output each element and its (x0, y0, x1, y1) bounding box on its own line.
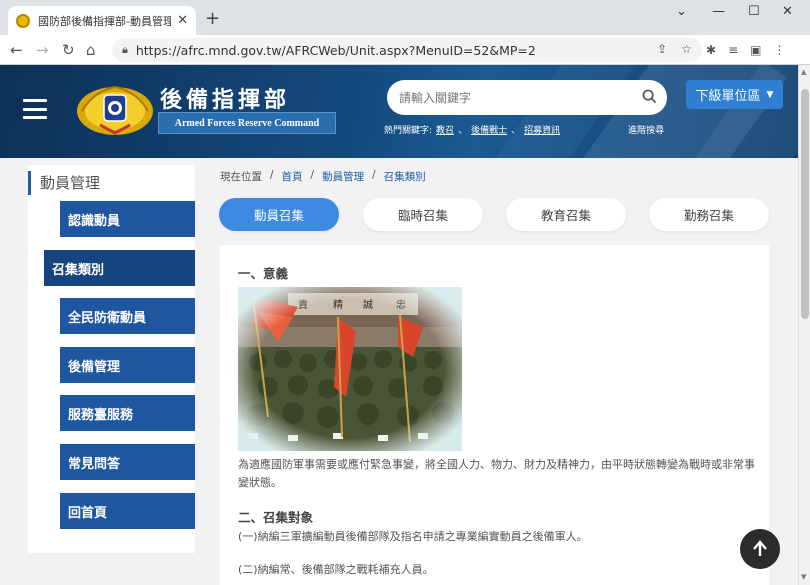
sidebar-item-call-types[interactable]: 召集類別 (44, 250, 195, 286)
extensions-icon[interactable]: ✱ (706, 43, 716, 57)
hot-keyword-link[interactable]: 後備戰士 (471, 123, 507, 136)
home-icon[interactable]: ⌂ (86, 41, 96, 59)
bookmark-star-icon[interactable]: ☆ (681, 42, 692, 56)
hot-keyword-link[interactable]: 教召 (436, 123, 454, 136)
meaning-paragraph: 為適應國防軍事需要或應付緊急事變，將全國人力、物力、財力及精神力，由平時狀態轉變… (238, 458, 755, 489)
content-panel: 一、意義 責精誠忠 (220, 245, 769, 585)
close-window-icon[interactable]: ✕ (782, 4, 793, 19)
sub-unit-label: 下級單位區 (695, 89, 761, 104)
back-to-top-button[interactable] (740, 529, 780, 569)
address-bar: ← → ↻ ⌂ 🔒︎ https://afrc.mnd.gov.tw/AFRCW… (0, 35, 810, 65)
forward-icon[interactable]: → (36, 41, 49, 59)
search-box[interactable] (387, 80, 667, 115)
page-viewport: 後備指揮部 Armed Forces Reserve Command 熱門關鍵字… (0, 65, 798, 585)
reload-icon[interactable]: ↻ (62, 41, 75, 59)
share-icon[interactable]: ⇪ (657, 42, 667, 56)
new-tab-button[interactable]: + (205, 8, 220, 29)
arrow-up-icon (753, 540, 767, 556)
hamburger-menu-icon[interactable] (23, 99, 47, 119)
section-heading-meaning: 一、意義 (238, 266, 289, 281)
tab-mobilization-call[interactable]: 動員召集 (219, 198, 339, 231)
section-heading-targets: 二、召集對象 (238, 510, 314, 525)
sidebar: 動員管理 認識動員 召集類別 全民防衛動員 後備管理 服務臺服務 常見問答 回首… (28, 165, 195, 553)
maximize-icon[interactable]: ☐ (748, 4, 760, 19)
breadcrumb: 現在位置 / 首頁 / 動員管理 / 召集類別 (220, 169, 426, 184)
site-subtitle: Armed Forces Reserve Command (158, 112, 336, 134)
tab-close-icon[interactable]: ✕ (177, 13, 188, 28)
reading-list-icon[interactable]: ≡ (728, 43, 738, 57)
tab-title: 國防部後備指揮部-動員管理-動員... (38, 14, 172, 28)
sidebar-heading: 動員管理 (28, 171, 100, 195)
hot-keywords: 熱門關鍵字: 教召、 後備戰士、 招募資訊 (384, 123, 560, 136)
search-input[interactable] (399, 90, 629, 105)
sidebar-item-faq[interactable]: 常見問答 (60, 444, 195, 480)
sidebar-item-home[interactable]: 回首頁 (60, 493, 195, 529)
sidebar-item-understanding-mobilization[interactable]: 認識動員 (60, 201, 195, 237)
hot-keywords-label: 熱門關鍵字: (384, 126, 433, 136)
caret-down-icon: ▼ (766, 89, 774, 100)
url-text[interactable]: https://afrc.mnd.gov.tw/AFRCWeb/Unit.asp… (136, 43, 536, 58)
breadcrumb-call-types-link[interactable]: 召集類別 (384, 169, 426, 184)
browser-tab[interactable]: 國防部後備指揮部-動員管理-動員... ✕ (8, 6, 196, 35)
favicon-icon (16, 13, 30, 28)
site-header: 後備指揮部 Armed Forces Reserve Command 熱門關鍵字… (0, 65, 798, 158)
profile-icon[interactable]: ▣ (750, 43, 761, 57)
sidebar-item-service-desk[interactable]: 服務臺服務 (60, 395, 195, 431)
lock-icon[interactable]: 🔒︎ (122, 43, 128, 57)
scroll-down-icon[interactable]: ▼ (801, 573, 806, 581)
target-item-2: (二)納編常、後備部隊之戰耗補充人員。 (238, 563, 434, 576)
soldiers-parade-photo: 責精誠忠 (238, 287, 462, 451)
sub-unit-dropdown-button[interactable]: 下級單位區 ▼ (686, 80, 783, 109)
page-scrollbar[interactable]: ▲ ▼ (798, 65, 810, 585)
url-box[interactable]: 🔒︎ https://afrc.mnd.gov.tw/AFRCWeb/Unit.… (112, 38, 702, 62)
emblem-logo-icon[interactable] (74, 81, 156, 137)
tab-education-call[interactable]: 教育召集 (506, 198, 626, 231)
target-item-1: (一)納編三軍擴編動員後備部隊及指名申請之專業編實動員之後備軍人。 (238, 530, 588, 543)
breadcrumb-home-link[interactable]: 首頁 (282, 169, 303, 184)
tab-search-icon[interactable]: ⌄ (676, 4, 687, 19)
hot-keyword-link[interactable]: 招募資訊 (524, 123, 560, 136)
minimize-icon[interactable]: — (712, 4, 725, 19)
scrollbar-thumb[interactable] (801, 89, 809, 319)
browser-tabbar: 國防部後備指揮部-動員管理-動員... ✕ + ⌄ — ☐ ✕ (0, 0, 810, 35)
tab-temporary-call[interactable]: 臨時召集 (363, 198, 483, 231)
breadcrumb-prefix: 現在位置 (220, 171, 262, 183)
sidebar-item-all-out-defense[interactable]: 全民防衛動員 (60, 298, 195, 334)
tab-duty-call[interactable]: 勤務召集 (649, 198, 769, 231)
scroll-up-icon[interactable]: ▲ (801, 68, 806, 76)
search-icon[interactable] (642, 89, 657, 104)
back-icon[interactable]: ← (10, 41, 23, 59)
advanced-search-link[interactable]: 進階搜尋 (628, 123, 664, 136)
site-title: 後備指揮部 (160, 87, 291, 113)
sidebar-item-reserve-management[interactable]: 後備管理 (60, 347, 195, 383)
menu-icon[interactable]: ⋮ (773, 43, 785, 57)
breadcrumb-mobilization-link[interactable]: 動員管理 (322, 169, 364, 184)
